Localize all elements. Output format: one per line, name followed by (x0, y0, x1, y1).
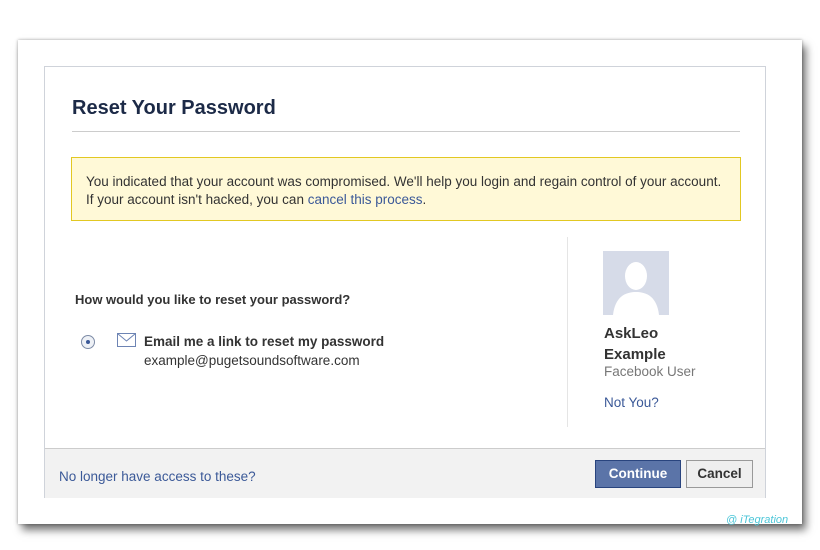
mail-icon (117, 333, 136, 347)
user-name: AskLeo Example (604, 325, 666, 363)
email-reset-option[interactable]: Email me a link to reset my password exa… (81, 332, 501, 372)
radio-selected-dot (86, 340, 90, 344)
side-divider (567, 237, 568, 427)
avatar (603, 251, 669, 315)
watermark: @ iTegration (726, 514, 789, 526)
dialog-footer: No longer have access to these? Continue… (45, 448, 765, 498)
continue-button[interactable]: Continue (595, 460, 681, 488)
compromised-notice: You indicated that your account was comp… (71, 157, 741, 221)
reset-password-dialog: Reset Your Password You indicated that y… (44, 66, 766, 498)
no-access-link[interactable]: No longer have access to these? (59, 469, 256, 484)
cancel-button[interactable]: Cancel (686, 460, 753, 488)
cancel-process-link[interactable]: cancel this process (308, 192, 423, 207)
notice-suffix: . (422, 192, 427, 207)
user-subtitle: Facebook User (604, 364, 696, 379)
email-option-radio[interactable] (81, 335, 95, 349)
user-silhouette-icon (613, 262, 659, 315)
dialog-title: Reset Your Password (72, 97, 276, 119)
not-you-link[interactable]: Not You? (604, 395, 659, 410)
email-address: example@pugetsoundsoftware.com (144, 353, 360, 368)
email-option-label: Email me a link to reset my password (144, 334, 385, 349)
title-divider (72, 131, 740, 132)
reset-question: How would you like to reset your passwor… (75, 292, 351, 307)
